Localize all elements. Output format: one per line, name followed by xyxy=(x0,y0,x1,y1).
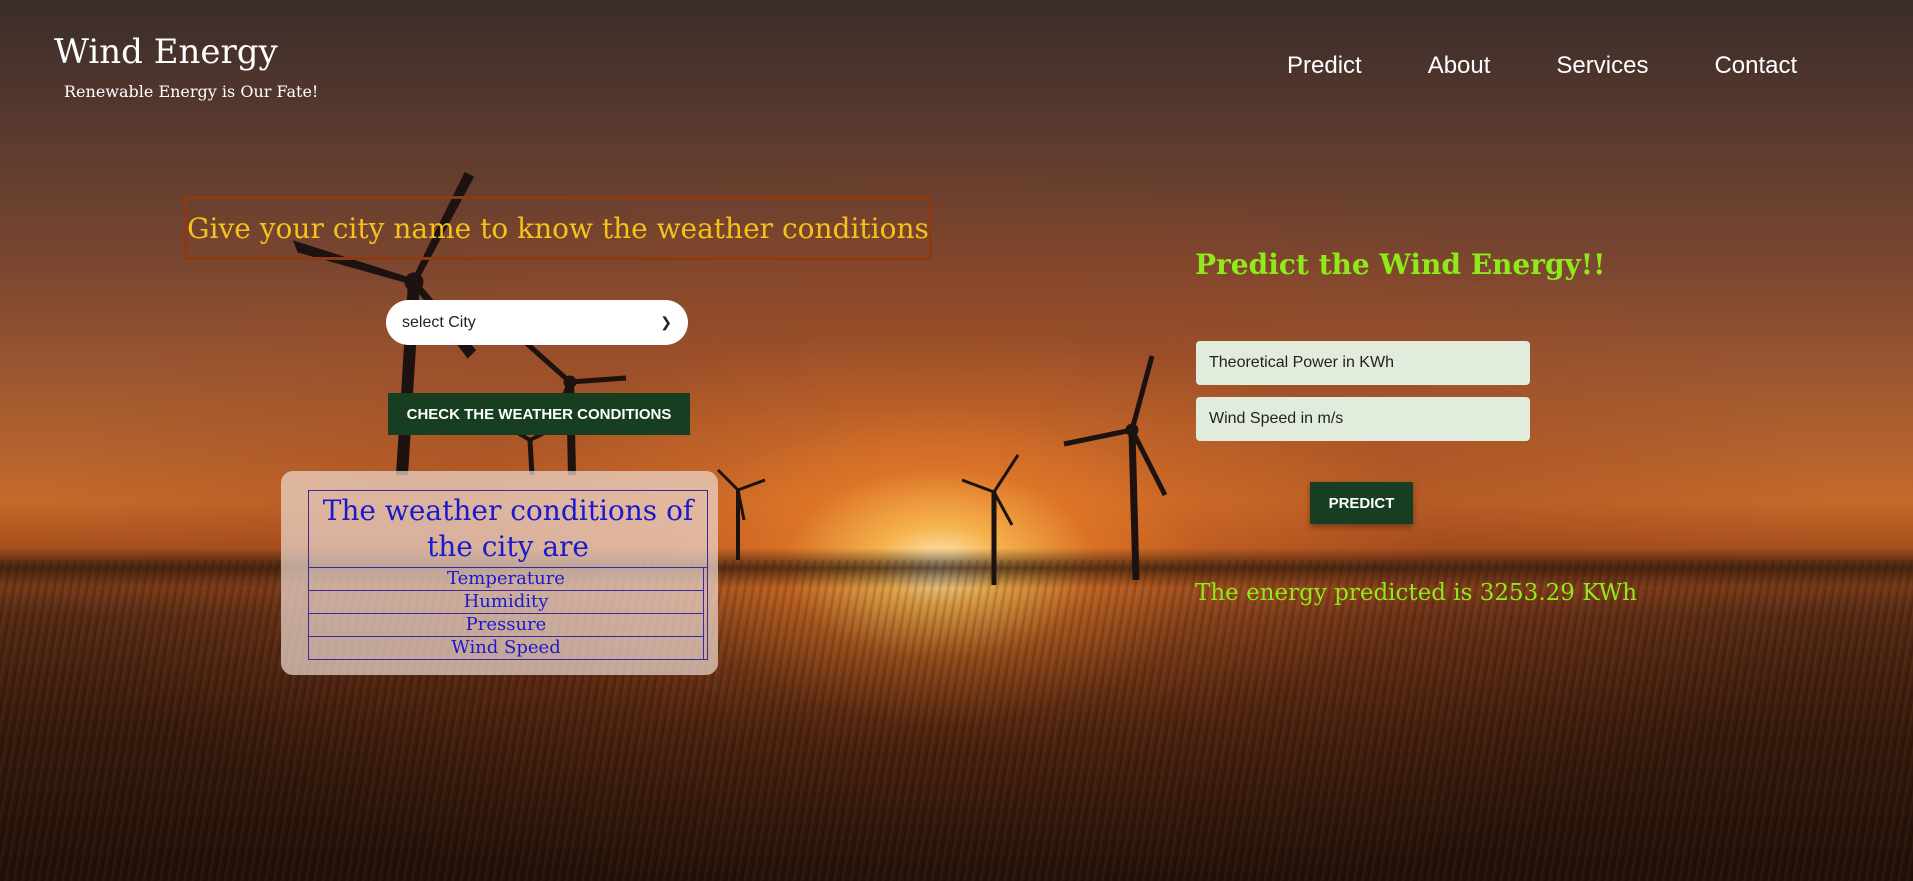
nav-link-services[interactable]: Services xyxy=(1556,52,1648,80)
weather-row-wind-speed: Wind Speed xyxy=(309,637,704,659)
site-title: Wind Energy xyxy=(54,32,278,72)
prediction-result: The energy predicted is 3253.29 KWh xyxy=(1195,580,1638,606)
weather-row-pressure: Pressure xyxy=(309,614,704,637)
city-prompt-heading: Give your city name to know the weather … xyxy=(184,196,932,260)
weather-row-humidity: Humidity xyxy=(309,591,704,614)
theoretical-power-input[interactable] xyxy=(1196,341,1530,385)
nav-link-about[interactable]: About xyxy=(1428,52,1491,80)
check-weather-button[interactable]: CHECK THE WEATHER CONDITIONS xyxy=(388,393,690,435)
top-navigation: Predict About Services Contact xyxy=(1287,52,1863,80)
weather-conditions-card: The weather conditions of the city are T… xyxy=(281,471,718,675)
wind-speed-input[interactable] xyxy=(1196,397,1530,441)
site-tagline: Renewable Energy is Our Fate! xyxy=(64,82,319,101)
predict-heading: Predict the Wind Energy!! xyxy=(1195,248,1606,281)
city-select[interactable]: select City ❯ xyxy=(386,300,688,345)
nav-link-predict[interactable]: Predict xyxy=(1287,52,1362,80)
nav-link-contact[interactable]: Contact xyxy=(1714,52,1797,80)
weather-row-temperature: Temperature xyxy=(309,568,704,591)
chevron-down-icon: ❯ xyxy=(660,314,672,330)
predict-button[interactable]: PREDICT xyxy=(1310,482,1413,524)
weather-table: The weather conditions of the city are T… xyxy=(308,490,708,660)
city-select-value: select City xyxy=(402,313,476,331)
weather-table-title: The weather conditions of the city are xyxy=(309,491,707,568)
